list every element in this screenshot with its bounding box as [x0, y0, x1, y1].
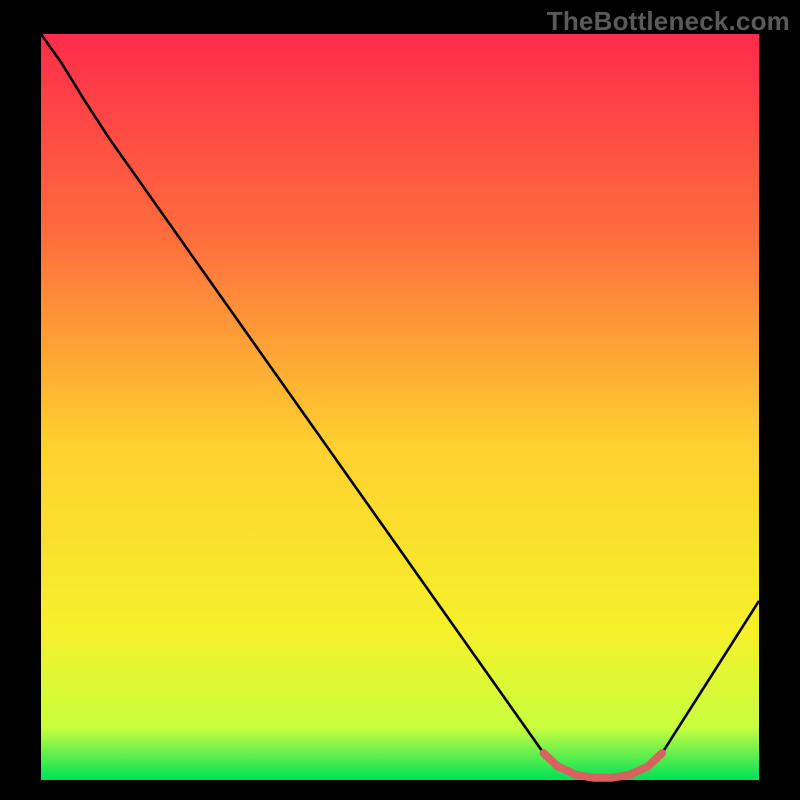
bottleneck-chart [0, 0, 800, 800]
chart-frame: TheBottleneck.com [0, 0, 800, 800]
plot-background [41, 34, 759, 780]
